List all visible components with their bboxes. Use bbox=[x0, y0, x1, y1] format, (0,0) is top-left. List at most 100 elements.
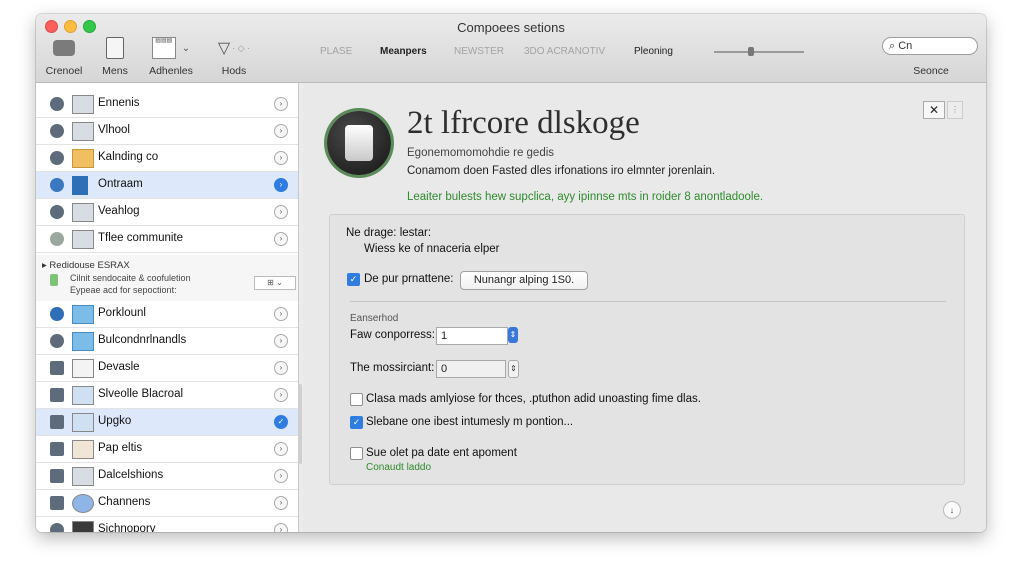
sidebar-item-ontraam[interactable]: Ontraam › bbox=[36, 172, 298, 199]
search-input[interactable]: Cn bbox=[898, 40, 912, 52]
sidebar-item-channens[interactable]: Channens › bbox=[36, 490, 298, 517]
help-button[interactable]: ↓ bbox=[943, 501, 961, 519]
sidebar-item-veahlog[interactable]: Veahlog › bbox=[36, 199, 298, 226]
sidebar-item-pap-eltis[interactable]: Pap eltis › bbox=[36, 436, 298, 463]
chevron-icon[interactable]: › bbox=[274, 124, 288, 138]
cancel-button[interactable]: Crenoel bbox=[42, 36, 86, 80]
chevron-down-icon[interactable]: ⌄ bbox=[182, 43, 190, 54]
panel-divider bbox=[350, 301, 946, 302]
settings-panel: Ne drage: lestar: Wiess ke of nnaceria e… bbox=[329, 214, 965, 485]
field2-stepper[interactable]: ⇕ bbox=[508, 360, 519, 378]
chevron-icon[interactable]: › bbox=[274, 361, 288, 375]
address-button[interactable]: ▤▤▤ ⌄ Adhenles bbox=[146, 36, 196, 80]
chevron-icon[interactable]: › bbox=[274, 307, 288, 321]
check3-label: Slebane one ibest intumesly m pontion... bbox=[366, 416, 574, 428]
hods-label: Hods bbox=[221, 65, 247, 77]
group-options-button[interactable]: ⊞ ⌄ bbox=[254, 276, 296, 290]
segment-3do[interactable]: 3DO ACRANOTIV bbox=[524, 46, 605, 57]
sidebar-item-upgko[interactable]: Upgko ✓ bbox=[36, 409, 298, 436]
sidebar-item-kalnding[interactable]: Kalnding co › bbox=[36, 145, 298, 172]
sidebar-scrollbar[interactable] bbox=[298, 384, 302, 464]
globe-icon bbox=[72, 494, 94, 513]
item-icon bbox=[50, 178, 64, 192]
sidebar-item-dalcelshions[interactable]: Dalcelshions › bbox=[36, 463, 298, 490]
segment-newster[interactable]: NEWSTER bbox=[454, 46, 504, 57]
page-title: 2t lfrcore dlskoge bbox=[407, 105, 640, 141]
group-line-1: Cilnit sendocaite & coofuletion bbox=[70, 273, 191, 283]
slider-label: Pleoning bbox=[634, 46, 673, 57]
close-icon: ✕ bbox=[928, 103, 940, 117]
chevron-icon[interactable]: › bbox=[274, 523, 288, 532]
chevron-icon[interactable]: ✓ bbox=[274, 415, 288, 429]
check3-checkbox[interactable]: ✓ bbox=[350, 416, 363, 429]
sidebar-item-vlhool[interactable]: Vlhool › bbox=[36, 118, 298, 145]
item-icon bbox=[50, 469, 64, 483]
group-header[interactable]: ▸ Redidouse ESRAX bbox=[42, 260, 130, 271]
chevron-icon[interactable]: › bbox=[274, 469, 288, 483]
address-label: Adhenles bbox=[149, 65, 193, 77]
check2-checkbox[interactable] bbox=[350, 393, 363, 406]
sidebar-item-tflee[interactable]: Tflee communite › bbox=[36, 226, 298, 253]
sidebar-group: ▸ Redidouse ESRAX Cilnit sendocaite & co… bbox=[36, 255, 298, 304]
field1-stepper[interactable]: ⇕ bbox=[508, 327, 518, 343]
sidebar-item-devasle[interactable]: Devasle › bbox=[36, 355, 298, 382]
green-note: Leaiter bulests hew supclica, ayy ipinns… bbox=[407, 191, 764, 203]
sidebar: Ennenis › Vlhool › Kalnding co › Ontraam › V… bbox=[36, 83, 299, 532]
sidebar-item-label: Ennenis bbox=[98, 97, 140, 109]
sidebar-item-ennenis[interactable]: Ennenis › bbox=[36, 91, 298, 118]
close-button[interactable]: ✕ bbox=[923, 101, 945, 119]
chevron-icon[interactable]: › bbox=[274, 388, 288, 402]
item-icon bbox=[50, 361, 64, 375]
extra-filter-icon: · ◇ · bbox=[232, 42, 251, 53]
sidebar-item-label: Upgko bbox=[98, 415, 132, 427]
sidebar-item-sichnopory[interactable]: Sichnopory › bbox=[36, 517, 298, 532]
cancel-icon bbox=[53, 40, 75, 56]
sidebar-item-bulcondn[interactable]: Bulcondnrlnandls › bbox=[36, 328, 298, 355]
zoom-slider[interactable] bbox=[714, 47, 804, 56]
hods-button[interactable]: ▽ · ◇ · Hods bbox=[216, 36, 252, 80]
item-thumbnail-icon bbox=[72, 521, 94, 532]
chevron-icon[interactable]: › bbox=[274, 334, 288, 348]
item-icon bbox=[50, 415, 64, 429]
chevron-icon[interactable]: › bbox=[274, 232, 288, 246]
field2-input[interactable]: 0 bbox=[436, 360, 506, 378]
item-icon bbox=[50, 523, 64, 532]
disclosure-triangle-icon[interactable]: ▸ bbox=[42, 260, 47, 271]
sidebar-item-label: Vlhool bbox=[98, 124, 130, 136]
sidebar-item-label: Slveolle Blacroal bbox=[98, 388, 184, 400]
item-icon bbox=[50, 307, 64, 321]
item-icon bbox=[50, 388, 64, 402]
chevron-icon[interactable]: › bbox=[274, 97, 288, 111]
item-icon bbox=[50, 151, 64, 165]
group-line-2: Eypeae acd for sepoctiont: bbox=[70, 285, 177, 295]
chevron-icon[interactable]: › bbox=[274, 178, 288, 192]
folder-icon bbox=[72, 149, 94, 168]
chevron-icon[interactable]: › bbox=[274, 496, 288, 510]
mens-label: Mens bbox=[102, 65, 128, 77]
chevron-icon[interactable]: › bbox=[274, 151, 288, 165]
item-icon bbox=[50, 496, 64, 510]
mens-button[interactable]: Mens bbox=[98, 36, 132, 80]
slider-knob[interactable] bbox=[748, 47, 754, 56]
app-window: Compoees setions Crenoel Mens ▤▤▤ ⌄ Adhen… bbox=[36, 14, 986, 532]
field1-input[interactable]: 1 bbox=[436, 327, 508, 345]
check1-button[interactable]: Nunangr alping 1S0. bbox=[460, 271, 588, 290]
panel-heading: Ne drage: lestar: bbox=[346, 227, 432, 239]
search-field[interactable]: ⌕ Cn bbox=[882, 37, 978, 55]
chevron-icon[interactable]: › bbox=[274, 442, 288, 456]
battery-icon bbox=[50, 274, 58, 286]
check4-checkbox[interactable] bbox=[350, 447, 363, 460]
check1-checkbox[interactable]: ✓ bbox=[347, 273, 360, 286]
sidebar-item-porklounl[interactable]: Porklounl › bbox=[36, 301, 298, 328]
segment-plase[interactable]: PLASE bbox=[320, 46, 352, 57]
chevron-icon[interactable]: › bbox=[274, 205, 288, 219]
item-thumbnail-icon bbox=[72, 122, 94, 141]
folder-icon bbox=[72, 176, 88, 195]
segment-meanpers[interactable]: Meanpers bbox=[380, 46, 427, 57]
toolbar: Compoees setions Crenoel Mens ▤▤▤ ⌄ Adhen… bbox=[36, 14, 986, 83]
disk-icon bbox=[327, 111, 391, 175]
check4-label: Sue olet pa date ent apoment bbox=[366, 447, 517, 459]
sidebar-item-slveolle[interactable]: Slveolle Blacroal › bbox=[36, 382, 298, 409]
more-button[interactable]: ⋮ bbox=[947, 101, 963, 119]
item-thumbnail-icon bbox=[72, 203, 94, 222]
